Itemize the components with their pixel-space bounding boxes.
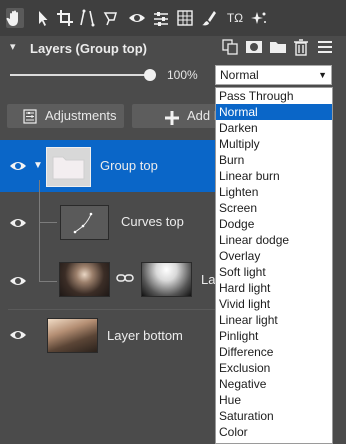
visibility-eye-icon[interactable] [9,159,27,173]
dropdown-option[interactable]: Lighten [216,184,332,200]
dropdown-option[interactable]: Burn [216,152,332,168]
dropdown-option[interactable]: Negative [216,376,332,392]
dropdown-option[interactable]: Linear light [216,312,332,328]
visibility-eye-icon[interactable] [9,216,27,230]
text-tool-glyph: TΩ [226,11,244,25]
dropdown-option[interactable]: Soft light [216,264,332,280]
eye-tool-icon[interactable] [128,8,146,28]
collapse-icon[interactable]: ▾ [10,40,16,53]
blend-mode-value: Normal [220,68,259,82]
dropdown-option[interactable]: Dodge [216,216,332,232]
photo-thumbnail [47,318,98,353]
effects-icon[interactable] [250,8,268,28]
opacity-slider-handle[interactable] [144,69,156,81]
visibility-eye-icon[interactable] [9,274,27,288]
folder-thumb-icon [52,156,85,180]
dropdown-option[interactable]: Normal [216,104,332,120]
pointer-icon[interactable] [34,8,52,28]
grid-transform-icon[interactable] [176,8,194,28]
divider [8,309,218,310]
perspective-icon[interactable] [78,8,96,28]
layer-name: Curves top [121,214,184,229]
dropdown-option[interactable]: Pass Through [216,88,332,104]
blend-mode-dropdown: Pass Through Normal Darken Multiply Burn Line… [215,87,333,444]
chevron-down-icon: ▼ [318,70,327,80]
brush-icon[interactable] [200,8,218,28]
mask-icon[interactable] [245,38,263,56]
link-icon[interactable] [116,272,134,287]
visibility-eye-icon[interactable] [9,328,27,342]
text-tool-icon[interactable]: TΩ [224,8,246,28]
dropdown-option[interactable]: Color [216,424,332,440]
opacity-value: 100% [167,68,198,82]
adjustments-icon [23,108,37,132]
duplicate-layer-icon[interactable] [221,38,239,56]
group-thumbnail [46,147,91,187]
dropdown-option[interactable]: Saturation [216,408,332,424]
dropdown-scroll-gutter [333,87,346,444]
dropdown-option[interactable]: Vivid light [216,296,332,312]
dropdown-option[interactable]: Difference [216,344,332,360]
layer-name: Layer bottom [107,328,183,343]
blend-mode-select[interactable]: Normal ▼ [215,65,332,85]
dropdown-option[interactable]: Pinlight [216,328,332,344]
hand-icon[interactable] [6,8,24,28]
dropdown-option[interactable]: Light... [216,440,332,443]
dropdown-option[interactable]: Linear dodge [216,232,332,248]
panel-title: Layers (Group top) [30,41,148,56]
dropdown-option[interactable]: Hard light [216,280,332,296]
curves-thumbnail [60,205,109,240]
lasso-icon[interactable] [102,8,120,28]
top-toolbar: TΩ [0,0,346,37]
photo-thumbnail [59,262,110,297]
dropdown-option[interactable]: Darken [216,120,332,136]
dropdown-option[interactable]: Multiply [216,136,332,152]
adjustments-button[interactable]: Adjustments [7,104,124,128]
dropdown-option[interactable]: Overlay [216,248,332,264]
crop-icon[interactable] [56,8,74,28]
trash-icon[interactable] [292,38,310,56]
opacity-slider-track[interactable] [10,74,150,76]
add-layer-button[interactable]: Add L [132,104,222,128]
dropdown-option[interactable]: Exclusion [216,360,332,376]
group-collapse-icon[interactable]: ▼ [33,160,43,171]
adjustments-label: Adjustments [45,108,117,123]
plus-icon [165,109,179,133]
menu-icon[interactable] [316,38,334,56]
layer-name: Group top [100,158,158,173]
levels-icon[interactable] [152,8,170,28]
dropdown-option[interactable]: Hue [216,392,332,408]
dropdown-option[interactable]: Linear burn [216,168,332,184]
folder-icon[interactable] [269,38,287,56]
mask-thumbnail [141,262,192,297]
dropdown-option[interactable]: Screen [216,200,332,216]
